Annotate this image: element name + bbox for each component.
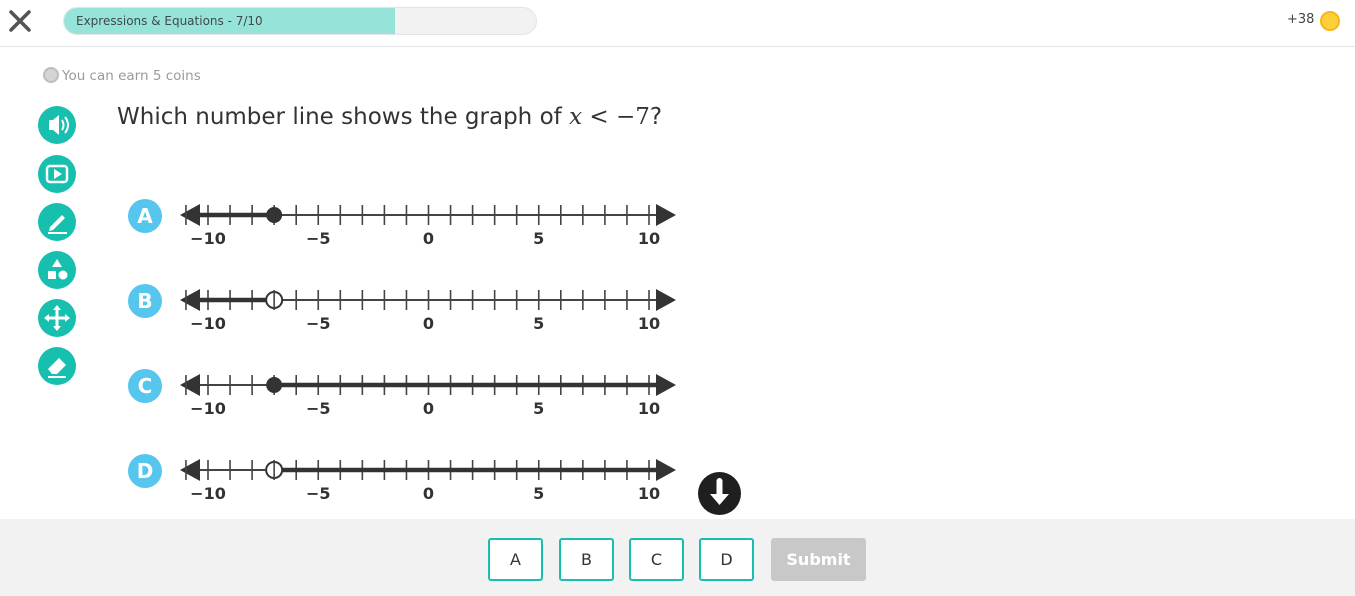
earn-coins-note: You can earn 5 coins (43, 67, 201, 84)
closed-endpoint (266, 207, 283, 223)
earn-coins-text: You can earn 5 coins (62, 68, 201, 84)
tick-label: −10 (190, 399, 226, 418)
scroll-down-button[interactable] (698, 472, 741, 515)
choice-badge: B (128, 284, 162, 318)
choice-row-b: B −10 −5 0 5 10 (128, 284, 708, 344)
answer-button-b[interactable]: B (559, 538, 614, 581)
top-bar: Expressions & Equations - 7/10 +38 (0, 0, 1355, 47)
question-operator: < (582, 104, 616, 130)
read-aloud-icon (49, 115, 69, 135)
question-suffix: ? (649, 104, 663, 130)
tick-label: 10 (638, 399, 660, 418)
tick-label: 10 (638, 229, 660, 248)
tick-label: 0 (423, 229, 434, 248)
coins-count: +38 (1287, 12, 1315, 27)
choice-badge: A (128, 199, 162, 233)
tick-label: −5 (306, 229, 331, 248)
answer-button-a[interactable]: A (488, 538, 543, 581)
tick-label: 10 (638, 314, 660, 333)
question-text: Which number line shows the graph of x <… (117, 104, 662, 130)
question-prefix: Which number line shows the graph of (117, 104, 570, 130)
question-variable: x (569, 104, 583, 130)
tick-label: −10 (190, 229, 226, 248)
coin-gray-icon (43, 67, 59, 83)
pencil-button[interactable] (38, 203, 76, 241)
video-icon (45, 164, 69, 184)
read-aloud-button[interactable] (38, 106, 76, 144)
eraser-icon (48, 358, 66, 378)
number-line: −10 −5 0 5 10 (180, 459, 676, 503)
axis-arrow-left (180, 374, 200, 396)
eraser-button[interactable] (38, 347, 76, 385)
number-line: −10 −5 0 5 10 (180, 204, 676, 248)
choice-badge: D (128, 454, 162, 488)
choice-row-d: D −10 −5 0 5 10 (128, 454, 708, 514)
tick-label: 5 (533, 484, 544, 503)
tick-label: −5 (306, 399, 331, 418)
tick-label: 10 (638, 484, 660, 503)
axis-arrow-left (180, 459, 200, 481)
progress-bar: Expressions & Equations - 7/10 (63, 7, 537, 35)
choice-row-c: C −10 −5 0 5 10 (128, 369, 708, 429)
closed-endpoint (266, 377, 283, 393)
tick-label: −5 (306, 484, 331, 503)
answer-button-c[interactable]: C (629, 538, 684, 581)
submit-button[interactable]: Submit (771, 538, 866, 581)
tick-label: −5 (306, 314, 331, 333)
video-button[interactable] (38, 155, 76, 193)
progress-label: Expressions & Equations - 7/10 (76, 14, 263, 28)
arrow-down-icon (710, 478, 729, 505)
axis-arrow-right (656, 289, 676, 311)
question-number: −7 (615, 104, 650, 130)
tick-label: −10 (190, 314, 226, 333)
tick-label: 5 (533, 399, 544, 418)
tick-label: 0 (423, 314, 434, 333)
choice-badge: C (128, 369, 162, 403)
close-icon[interactable] (8, 9, 32, 33)
axis-arrow-right (656, 204, 676, 226)
tick-label: 0 (423, 399, 434, 418)
shapes-button[interactable] (38, 251, 76, 289)
coin-icon (1320, 11, 1340, 31)
answer-button-d[interactable]: D (699, 538, 754, 581)
move-button[interactable] (38, 299, 76, 337)
number-line: −10 −5 0 5 10 (180, 374, 676, 418)
pencil-icon (48, 215, 67, 234)
choice-row-a: A −10 −5 0 5 10 (128, 199, 708, 259)
tick-label: −10 (190, 484, 226, 503)
bottom-bar: A B C D Submit (0, 519, 1355, 596)
shapes-icon (48, 259, 68, 280)
tick-label: 5 (533, 229, 544, 248)
tick-label: 0 (423, 484, 434, 503)
number-line: −10 −5 0 5 10 (180, 289, 676, 333)
move-icon (44, 305, 70, 331)
tick-label: 5 (533, 314, 544, 333)
